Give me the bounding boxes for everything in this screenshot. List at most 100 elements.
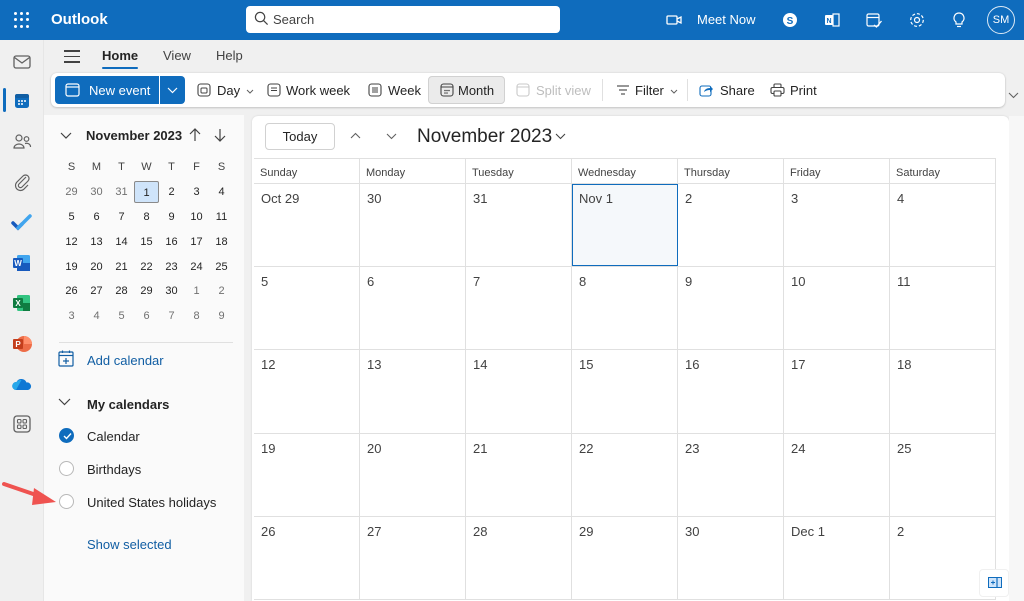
mini-calendar-day[interactable]: 1 [184,280,209,302]
previous-month-chevron-icon[interactable] [350,132,361,139]
day-cell[interactable]: 16 [678,350,784,433]
mini-calendar-day[interactable]: 12 [59,231,84,253]
day-cell[interactable]: 5 [254,267,360,350]
day-cell[interactable]: 18 [890,350,996,433]
mini-calendar-day[interactable]: 25 [209,256,234,278]
meet-now-button[interactable]: Meet Now [697,12,756,27]
day-cell[interactable]: 17 [784,350,890,433]
todo-check-icon[interactable] [11,211,33,233]
day-cell[interactable]: 2 [678,184,784,267]
mini-calendar-day[interactable]: 28 [109,280,134,302]
mini-calendar-day[interactable]: 31 [109,181,134,203]
filter-button[interactable]: Filter [616,76,680,104]
day-cell[interactable]: 22 [572,433,678,516]
mini-calendar-day[interactable]: 16 [159,231,184,253]
day-cell[interactable]: Oct 29 [254,184,360,267]
day-cell[interactable]: 21 [466,433,572,516]
mini-calendar-day[interactable]: 11 [209,206,234,228]
mini-calendar-day[interactable]: 8 [184,305,209,327]
day-cell[interactable]: 15 [572,350,678,433]
mini-calendar-day[interactable]: 20 [84,256,109,278]
mini-calendar-day[interactable]: 2 [159,181,184,203]
mini-calendar-day[interactable]: 18 [209,231,234,253]
calendar-check-icon[interactable] [864,10,884,30]
today-button[interactable]: Today [265,123,335,150]
day-cell[interactable]: 30 [678,516,784,599]
onenote-icon[interactable]: N [822,10,842,30]
mail-icon[interactable] [11,51,33,73]
month-picker-chevron-icon[interactable] [555,133,566,140]
tab-view[interactable]: View [163,48,191,63]
calendar-toggle-unchecked[interactable] [59,461,74,476]
mini-calendar-day[interactable]: 24 [184,256,209,278]
day-cell[interactable]: 10 [784,267,890,350]
mini-calendar-day[interactable]: 4 [209,181,234,203]
day-cell[interactable]: 12 [254,350,360,433]
open-side-panel-button[interactable] [979,569,1009,597]
mini-calendar-day[interactable]: 7 [109,206,134,228]
calendar-icon[interactable] [11,90,33,112]
mini-calendar-day[interactable]: 5 [109,305,134,327]
excel-icon[interactable]: X [11,292,33,314]
day-cell[interactable]: Dec 1 [784,516,890,599]
mini-calendar-day[interactable]: 22 [134,256,159,278]
onedrive-icon[interactable] [11,374,33,396]
mini-calendar-title[interactable]: November 2023 [86,128,182,143]
people-icon[interactable] [11,131,33,153]
work-week-view-button[interactable]: Work week [267,76,351,104]
day-cell[interactable]: 9 [678,267,784,350]
mini-calendar-day[interactable]: 6 [134,305,159,327]
mini-calendar-day[interactable]: 3 [184,181,209,203]
mini-calendar-day[interactable]: 4 [84,305,109,327]
split-view-button[interactable]: Split view [516,76,592,104]
tab-help[interactable]: Help [216,48,243,63]
show-selected-link[interactable]: Show selected [87,537,172,552]
next-month-arrow-icon[interactable] [214,128,226,142]
day-cell[interactable]: 7 [466,267,572,350]
mini-calendar-day[interactable]: 7 [159,305,184,327]
hamburger-menu-icon[interactable] [64,50,80,63]
app-launcher-icon[interactable] [13,11,31,29]
mini-calendar-day[interactable]: 30 [159,280,184,302]
mini-calendar-day[interactable]: 17 [184,231,209,253]
skype-icon[interactable]: S [780,10,800,30]
mini-calendar-day[interactable]: 29 [59,181,84,203]
mini-calendar-day[interactable]: 10 [184,206,209,228]
settings-icon[interactable] [907,10,927,30]
previous-month-arrow-icon[interactable] [189,128,201,142]
account-avatar[interactable]: SM [987,6,1015,34]
tab-home[interactable]: Home [102,48,139,69]
day-cell[interactable]: 23 [678,433,784,516]
new-event-button[interactable]: New event [55,76,159,104]
calendar-toggle-checked[interactable] [59,428,74,443]
day-cell[interactable]: 27 [360,516,466,599]
ribbon-expand-chevron-icon[interactable] [1008,92,1019,99]
month-view-button[interactable]: Month [428,76,505,104]
paperclip-icon[interactable] [11,171,33,193]
powerpoint-icon[interactable]: P [11,333,33,355]
next-month-chevron-icon[interactable] [386,133,397,140]
mini-calendar-day[interactable]: 27 [84,280,109,302]
mini-calendar-day[interactable]: 19 [59,256,84,278]
mini-calendar-day[interactable]: 23 [159,256,184,278]
day-cell[interactable]: 13 [360,350,466,433]
mini-calendar-day[interactable]: 3 [59,305,84,327]
day-cell[interactable]: 29 [572,516,678,599]
lightbulb-icon[interactable] [949,10,969,30]
week-view-button[interactable]: Week [368,76,423,104]
mini-calendar-day[interactable]: 2 [209,280,234,302]
mini-calendar-day-selected[interactable]: 1 [134,181,159,204]
day-cell[interactable]: 28 [466,516,572,599]
day-cell[interactable]: 20 [360,433,466,516]
share-button[interactable]: Share [699,76,755,104]
day-cell[interactable]: 14 [466,350,572,433]
mini-calendar-day[interactable]: 21 [109,256,134,278]
mini-calendar-day[interactable]: 30 [84,181,109,203]
mini-calendar-day[interactable]: 29 [134,280,159,302]
print-button[interactable]: Print [770,76,822,104]
app-title[interactable]: Outlook [51,11,108,28]
main-scrollbar[interactable] [1009,116,1024,601]
day-cell[interactable]: 4 [890,184,996,267]
day-cell[interactable]: 30 [360,184,466,267]
day-cell[interactable]: 25 [890,433,996,516]
